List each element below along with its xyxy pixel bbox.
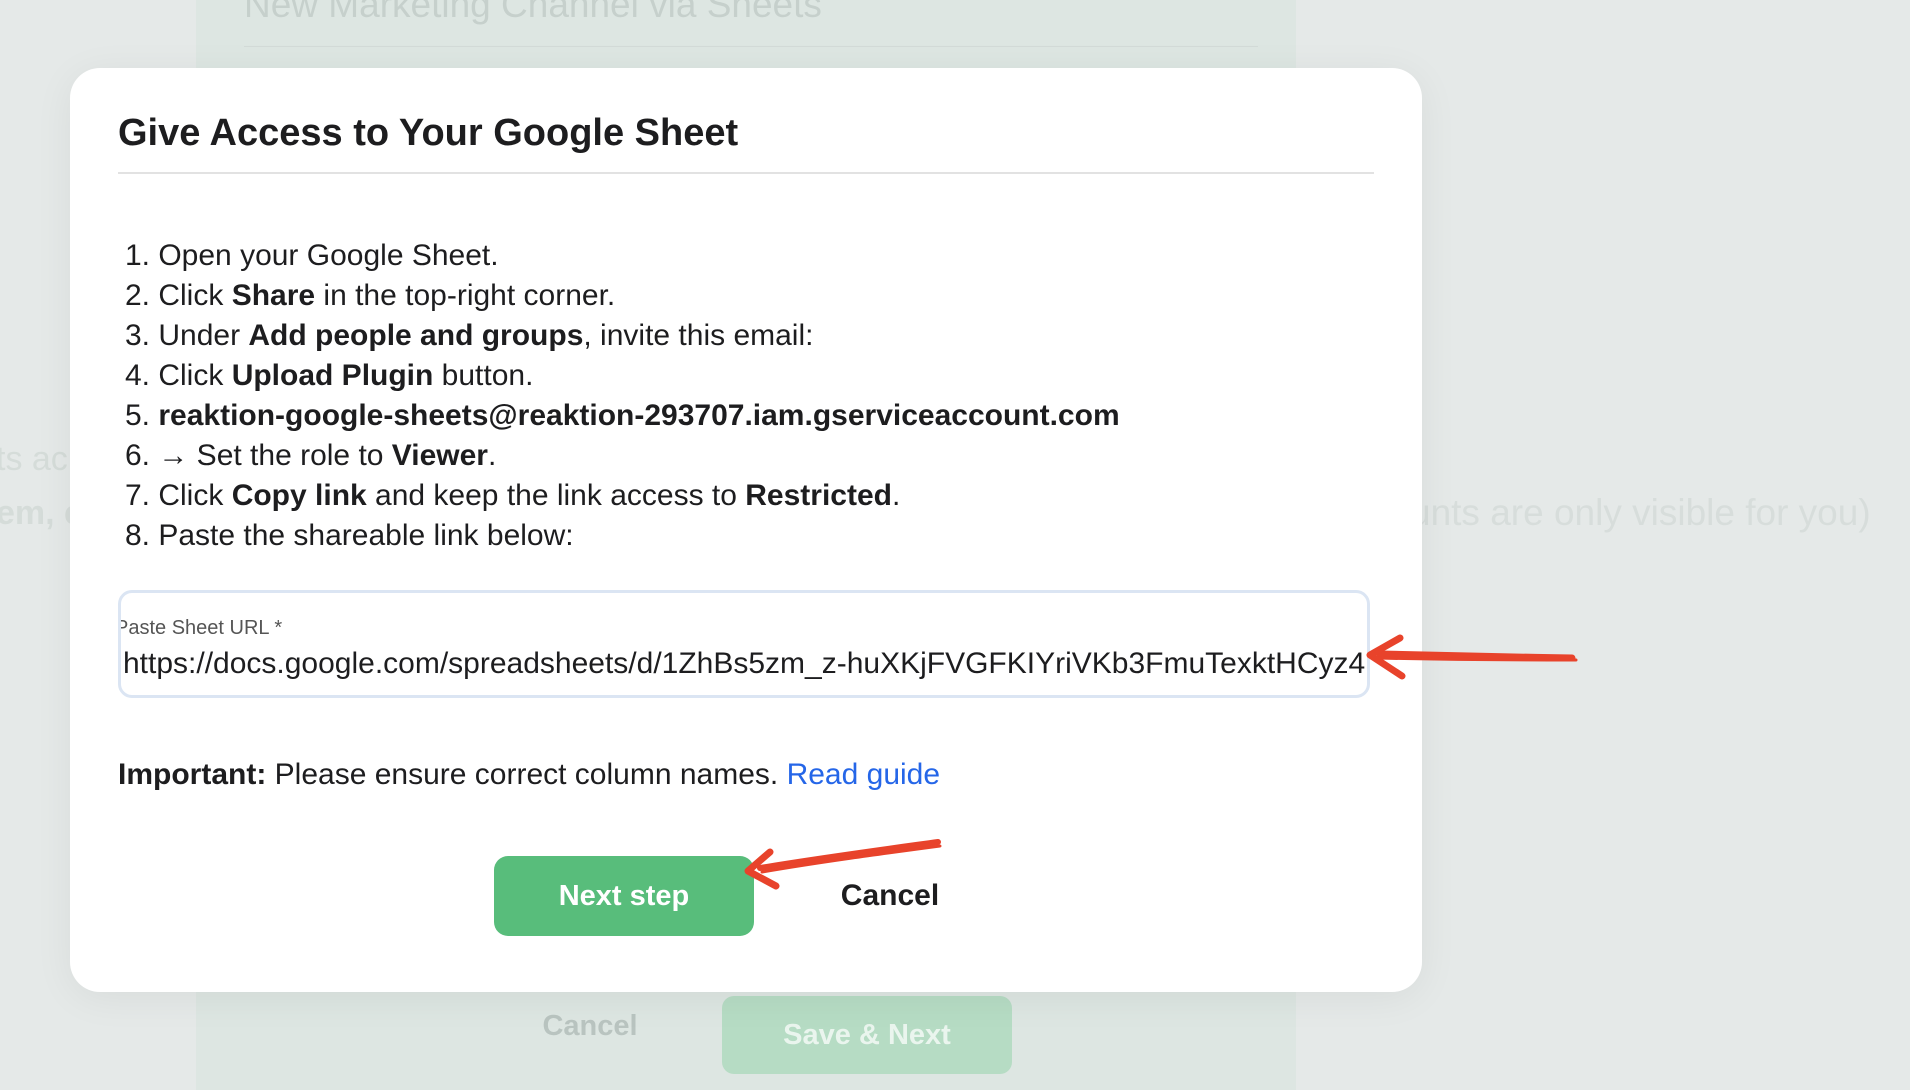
step-number: 6.	[124, 439, 150, 472]
background-visibility-note: unts are only visible for you)	[1410, 492, 1871, 533]
step-emphasis: Restricted	[745, 479, 892, 512]
next-step-button[interactable]: Next step	[494, 856, 754, 936]
service-account-email[interactable]: reaktion-google-sheets@reaktion-293707.i…	[158, 399, 1119, 432]
instruction-steps: 1. Open your Google Sheet. 2. Click Shar…	[118, 236, 1368, 556]
sheet-url-input[interactable]: https://docs.google.com/spreadsheets/d/1…	[123, 647, 1365, 681]
sheet-url-field[interactable]: Paste Sheet URL * https://docs.google.co…	[118, 590, 1370, 698]
important-label: Important:	[118, 758, 267, 791]
background-left-text: ts ac	[0, 440, 68, 478]
step-number: 7.	[124, 479, 150, 512]
step-text: Click	[158, 359, 232, 392]
step-text: Open your Google Sheet.	[158, 239, 499, 272]
step-text: Click	[158, 279, 232, 312]
step-text: , invite this email:	[583, 319, 814, 352]
step-item: 7. Click Copy link and keep the link acc…	[118, 476, 1368, 516]
step-text: Under	[158, 319, 249, 352]
step-item: 3. Under Add people and groups, invite t…	[118, 316, 1368, 356]
important-note: Important: Please ensure correct column …	[118, 758, 940, 792]
sheet-url-label: Paste Sheet URL *	[118, 617, 283, 639]
step-emphasis: Copy link	[231, 479, 367, 512]
step-emphasis: Add people and groups	[248, 319, 584, 352]
modal-divider	[118, 172, 1374, 174]
step-number: 4.	[124, 359, 150, 392]
step-item: 1. Open your Google Sheet.	[118, 236, 1368, 276]
step-item: 8. Paste the shareable link below:	[118, 516, 1368, 556]
read-guide-link[interactable]: Read guide	[787, 758, 940, 791]
step-text: button.	[433, 359, 534, 392]
step-number: 8.	[124, 519, 150, 552]
step-text: Paste the shareable link below:	[158, 519, 574, 552]
modal-title: Give Access to Your Google Sheet	[118, 112, 739, 154]
background-cancel-button: Cancel	[542, 1010, 638, 1042]
step-item: 2. Click Share in the top-right corner.	[118, 276, 1368, 316]
step-text: Click	[158, 479, 232, 512]
step-number: 3.	[124, 319, 150, 352]
step-number: 1.	[124, 239, 150, 272]
step-number: 2.	[124, 279, 150, 312]
step-item: 6. → Set the role to Viewer.	[118, 436, 1368, 476]
step-text: and keep the link access to	[366, 479, 746, 512]
step-number: 5.	[124, 399, 150, 432]
background-page-title: New Marketing Channel via Sheets	[244, 0, 822, 25]
important-text: Please ensure correct column names.	[266, 758, 787, 791]
background-divider	[244, 46, 1258, 47]
background-save-next-button: Save & Next	[722, 996, 1012, 1074]
google-sheet-access-modal: Give Access to Your Google Sheet 1. Open…	[70, 68, 1422, 992]
step-emphasis: Upload Plugin	[231, 359, 434, 392]
step-emphasis: Viewer	[391, 439, 488, 472]
step-item: 5. reaktion-google-sheets@reaktion-29370…	[118, 396, 1368, 436]
step-text: in the top-right corner.	[315, 279, 616, 312]
step-item: 4. Click Upload Plugin button.	[118, 356, 1368, 396]
step-emphasis: Share	[231, 279, 316, 312]
cancel-button[interactable]: Cancel	[810, 856, 970, 936]
step-text: .	[487, 439, 497, 472]
step-text: .	[891, 479, 901, 512]
step-text: → Set the role to	[158, 439, 392, 472]
